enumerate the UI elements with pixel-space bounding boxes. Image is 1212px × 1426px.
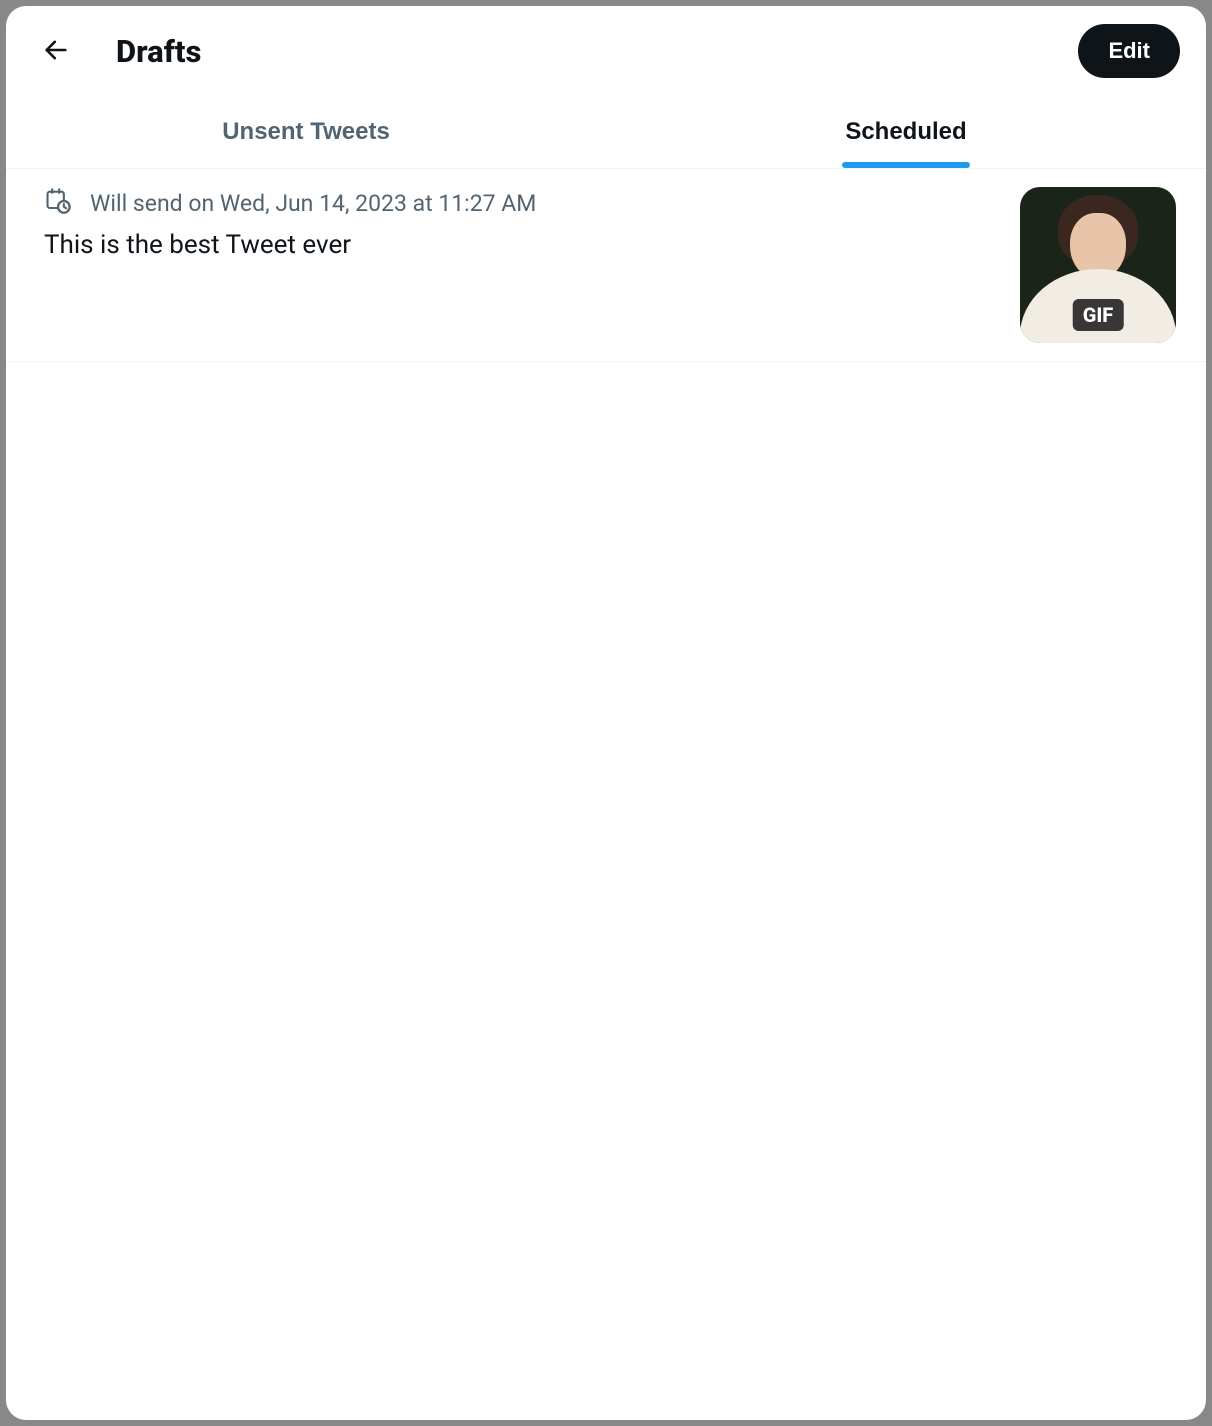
drafts-list: Will send on Wed, Jun 14, 2023 at 11:27 … (6, 169, 1206, 1420)
calendar-clock-icon (44, 187, 72, 219)
gif-badge: GIF (1073, 299, 1124, 331)
arrow-left-icon (42, 36, 70, 67)
media-thumbnail: GIF (1020, 187, 1176, 343)
tabs: Unsent Tweets Scheduled (6, 96, 1206, 169)
draft-content: Will send on Wed, Jun 14, 2023 at 11:27 … (44, 187, 1002, 343)
tab-unsent-tweets[interactable]: Unsent Tweets (6, 96, 606, 168)
page-title: Drafts (116, 33, 1038, 70)
back-button[interactable] (36, 30, 76, 73)
schedule-time-text: Will send on Wed, Jun 14, 2023 at 11:27 … (90, 190, 536, 217)
edit-button[interactable]: Edit (1078, 24, 1180, 78)
draft-tweet-text: This is the best Tweet ever (44, 229, 1002, 263)
schedule-info-row: Will send on Wed, Jun 14, 2023 at 11:27 … (44, 187, 1002, 219)
drafts-modal: Drafts Edit Unsent Tweets Scheduled (6, 6, 1206, 1420)
tab-scheduled[interactable]: Scheduled (606, 96, 1206, 168)
modal-header: Drafts Edit (6, 6, 1206, 96)
scheduled-draft-item[interactable]: Will send on Wed, Jun 14, 2023 at 11:27 … (6, 169, 1206, 362)
